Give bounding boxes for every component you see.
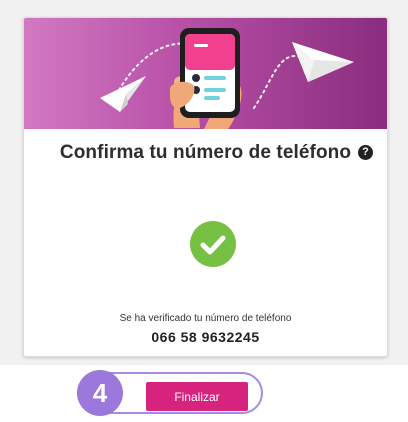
phone-illustration xyxy=(100,28,354,129)
page-title: Confirma tu número de teléfono xyxy=(59,142,352,163)
phone-number: 066 58 9632245 xyxy=(151,329,260,345)
paper-plane-left-icon xyxy=(100,76,146,112)
check-circle-icon xyxy=(190,221,236,267)
step-number-badge: 4 xyxy=(77,370,123,416)
title-row: Confirma tu número de teléfono ? xyxy=(24,142,387,164)
question-circle-icon[interactable]: ? xyxy=(358,145,373,160)
finish-button[interactable]: Finalizar xyxy=(146,382,248,411)
paper-plane-right-icon xyxy=(292,42,354,82)
verified-message: Se ha verificado tu número de teléfono xyxy=(119,313,292,324)
smartphone-icon xyxy=(180,28,240,118)
phone-verification-card: Confirma tu número de teléfono ? Se ha v… xyxy=(23,17,388,357)
hero-banner xyxy=(24,18,387,129)
page: Confirma tu número de teléfono ? Se ha v… xyxy=(0,0,408,422)
